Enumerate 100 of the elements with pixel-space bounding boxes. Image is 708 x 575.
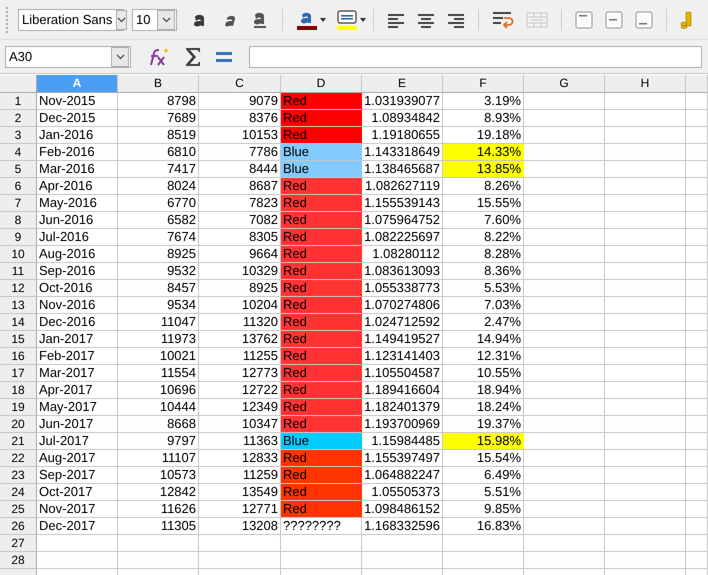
function-wizard-icon[interactable] xyxy=(147,46,171,66)
dropdown-button[interactable] xyxy=(116,10,128,30)
row-header[interactable]: 15 xyxy=(0,331,37,348)
caret-icon[interactable] xyxy=(360,18,366,22)
table-cell: 1.05505373 xyxy=(362,484,443,501)
table-cell: Mar-2017 xyxy=(37,365,118,382)
sum-icon[interactable] xyxy=(184,46,202,66)
align-center-icon[interactable] xyxy=(417,12,435,28)
cell-reference: A30 xyxy=(8,49,34,64)
row-header[interactable]: 16 xyxy=(0,348,37,365)
chevron-icon[interactable] xyxy=(116,54,124,60)
font-name-field[interactable]: Liberation Sans xyxy=(18,8,124,30)
row-header[interactable]: 6 xyxy=(0,178,37,195)
table-cell: Red xyxy=(281,365,362,382)
table-cell: 11626 xyxy=(118,501,199,518)
row-header[interactable]: 23 xyxy=(0,467,37,484)
chevron-icon[interactable] xyxy=(117,16,126,22)
table-cell: 6.49% xyxy=(443,467,524,484)
name-box[interactable]: A30 xyxy=(5,46,131,68)
formula-icon[interactable] xyxy=(215,50,233,62)
font-size-field[interactable]: 10 xyxy=(132,8,177,30)
table-cell: 11305 xyxy=(118,518,199,535)
dropdown-button[interactable] xyxy=(111,46,129,66)
table-cell: 14.33% xyxy=(443,144,524,161)
align-middle-icon[interactable] xyxy=(605,10,623,28)
row-header[interactable]: 21 xyxy=(0,433,37,450)
empty-cell xyxy=(686,518,708,535)
caret-icon[interactable] xyxy=(320,18,326,22)
align-left-icon[interactable] xyxy=(387,12,405,28)
row-header[interactable]: 2 xyxy=(0,110,37,127)
wrap-text-icon[interactable] xyxy=(492,10,514,28)
table-cell: 1.155397497 xyxy=(362,450,443,467)
table-cell: Dec-2017 xyxy=(37,518,118,535)
row-header[interactable]: 9 xyxy=(0,229,37,246)
row-header[interactable]: 7 xyxy=(0,195,37,212)
column-header[interactable]: C xyxy=(199,75,281,93)
empty-cell xyxy=(686,229,708,246)
table-cell: 11973 xyxy=(118,331,199,348)
row-header[interactable]: 11 xyxy=(0,263,37,280)
row-header[interactable]: 1 xyxy=(0,93,37,110)
table-cell: Red xyxy=(281,416,362,433)
empty-cell xyxy=(686,552,708,569)
row-header[interactable]: 19 xyxy=(0,399,37,416)
table-cell: 9534 xyxy=(118,297,199,314)
column-header[interactable]: F xyxy=(443,75,524,93)
row-header[interactable]: 18 xyxy=(0,382,37,399)
column-header[interactable]: G xyxy=(524,75,605,93)
table-cell: 1.123141403 xyxy=(362,348,443,365)
table-cell: 15.55% xyxy=(443,195,524,212)
row-header[interactable]: 22 xyxy=(0,450,37,467)
table-cell: 5.51% xyxy=(443,484,524,501)
table-cell: Dec-2016 xyxy=(37,314,118,331)
row-header[interactable]: 13 xyxy=(0,297,37,314)
table-cell: 10573 xyxy=(118,467,199,484)
row-header[interactable]: 28 xyxy=(0,552,37,569)
empty-cell xyxy=(686,399,708,416)
table-cell: 14.94% xyxy=(443,331,524,348)
chevron-icon[interactable] xyxy=(162,16,170,22)
formula-input[interactable] xyxy=(249,46,702,68)
coins-icon[interactable] xyxy=(680,10,694,28)
row-header[interactable]: 10 xyxy=(0,246,37,263)
table-cell: 18.24% xyxy=(443,399,524,416)
table-cell: 12.31% xyxy=(443,348,524,365)
empty-cell xyxy=(686,314,708,331)
table-cell: 1.064882247 xyxy=(362,467,443,484)
column-header[interactable]: E xyxy=(362,75,443,93)
row-header[interactable]: 4 xyxy=(0,144,37,161)
align-bottom-icon[interactable] xyxy=(635,10,653,28)
table-cell: 8798 xyxy=(118,93,199,110)
row-header[interactable]: 17 xyxy=(0,365,37,382)
table-cell: Red xyxy=(281,212,362,229)
table-cell: 7689 xyxy=(118,110,199,127)
column-header[interactable]: B xyxy=(118,75,199,93)
row-header[interactable]: 3 xyxy=(0,127,37,144)
row-header[interactable]: 25 xyxy=(0,501,37,518)
empty-cell xyxy=(686,331,708,348)
column-header[interactable]: D xyxy=(281,75,362,93)
highlight-icon[interactable] xyxy=(336,8,358,30)
row-header[interactable]: 24 xyxy=(0,484,37,501)
column-header[interactable]: H xyxy=(605,75,686,93)
align-right-icon[interactable] xyxy=(447,12,465,28)
table-cell: 6770 xyxy=(118,195,199,212)
dropdown-button[interactable] xyxy=(157,10,175,30)
row-header[interactable]: 27 xyxy=(0,535,37,552)
empty-cell xyxy=(686,365,708,382)
table-cell: Apr-2016 xyxy=(37,178,118,195)
row-header[interactable]: 12 xyxy=(0,280,37,297)
row-header[interactable]: 8 xyxy=(0,212,37,229)
empty-cell xyxy=(686,144,708,161)
row-header[interactable]: 20 xyxy=(0,416,37,433)
empty-cell xyxy=(686,161,708,178)
align-top-icon[interactable] xyxy=(575,10,593,28)
table-cell: Apr-2017 xyxy=(37,382,118,399)
row-header[interactable]: 26 xyxy=(0,518,37,535)
table-cell: 8024 xyxy=(118,178,199,195)
empty-cell xyxy=(686,280,708,297)
row-header[interactable]: 5 xyxy=(0,161,37,178)
merge-cells-icon[interactable] xyxy=(526,12,548,28)
table-cell: May-2017 xyxy=(37,399,118,416)
row-header[interactable]: 14 xyxy=(0,314,37,331)
